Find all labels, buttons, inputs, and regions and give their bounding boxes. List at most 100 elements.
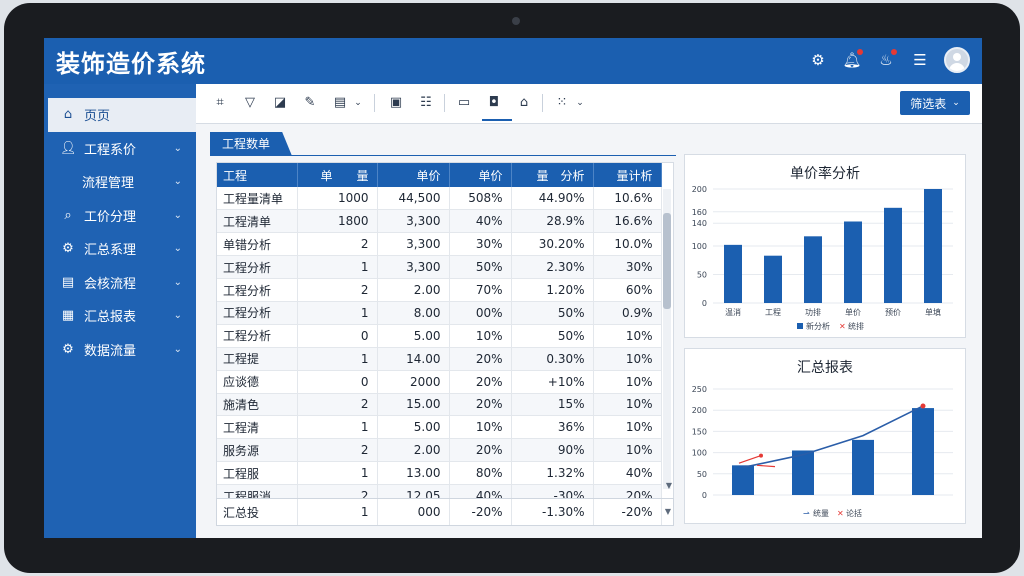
sidebar-item-label: 工价分理 <box>84 209 137 225</box>
table-cell: 13.00 <box>377 461 450 486</box>
y-tick-label: 250 <box>692 385 707 394</box>
table-row[interactable]: 应谈德 0 2000 20% +10% 10% <box>217 370 662 394</box>
notification-icon[interactable]: 🔔︎ <box>842 49 863 70</box>
table-cell: 2000 <box>377 370 450 394</box>
sidebar-item-3[interactable]: ⌕ 工价分理 ⌄ <box>44 199 196 233</box>
chart-panel-summary: 汇总报表 0 50 100 150 200 250 ⇀ 统量 ✕ 论括 <box>684 348 966 524</box>
scroll-down-icon[interactable]: ▼ <box>666 481 672 490</box>
series-line <box>756 464 776 468</box>
table-cell: 10% <box>593 393 662 417</box>
table-row[interactable]: 工程清 1 5.00 10% 36% 10% <box>217 415 662 440</box>
scroll-down-icon[interactable]: ▼ <box>665 507 671 516</box>
combo-chart: 0 50 100 150 200 250 ⇀ 统量 ✕ 论括 <box>692 385 953 518</box>
menu-icon[interactable]: ☰ <box>910 50 930 70</box>
table-row[interactable]: 工程分析 0 5.00 10% 50% 10% <box>217 324 662 348</box>
table-cell: 36% <box>511 415 594 440</box>
y-tick-label: 140 <box>692 219 707 228</box>
save-icon[interactable]: ◘ <box>484 93 504 113</box>
bar <box>844 221 862 303</box>
column-header[interactable]: 量计析 <box>593 163 662 187</box>
filter-button[interactable]: 筛选表 ⌄ <box>900 91 970 115</box>
column-header[interactable]: 量 分析 <box>511 163 594 187</box>
table-row[interactable]: 单错分析 2 3,300 30% 30.20% 10.0% <box>217 232 662 257</box>
sidebar-item-label: 工程系价 <box>84 142 137 158</box>
toolbar-divider <box>444 94 445 112</box>
table-row[interactable]: 工程分析 1 3,300 50% 2.30% 30% <box>217 255 662 280</box>
bar <box>912 408 934 495</box>
table-row[interactable]: 工程分析 1 8.00 00% 50% 0.9% <box>217 301 662 325</box>
legend-label: 论括 <box>846 508 862 518</box>
table-cell: 30% <box>593 255 662 280</box>
app-header: 装饰造价系统 ⚙ 🔔︎ ♨ ☰ <box>44 38 982 84</box>
x-tick-label: 工程 <box>765 308 781 317</box>
folder-icon[interactable]: ▭ <box>454 93 474 113</box>
chevron-down-icon: ⌄ <box>173 276 182 288</box>
table-row[interactable]: 工程提 1 14.00 20% 0.30% 10% <box>217 347 662 371</box>
total-cell: 000 <box>377 499 450 525</box>
bar <box>764 255 782 303</box>
table-row[interactable]: 工程量清单 1000 44,500 508% 44.90% 10.6% <box>217 187 662 211</box>
table-cell: 10% <box>449 324 512 348</box>
filter-button-label: 筛选表 <box>910 96 947 111</box>
sidebar-item-4[interactable]: ⚙ 汇总系理 ⌄ <box>44 232 196 266</box>
table-cell: 1800 <box>297 209 378 234</box>
legend-label: 统量 <box>813 508 829 518</box>
column-header[interactable]: 单价 <box>377 163 450 187</box>
export-icon[interactable]: ◪ <box>270 93 290 113</box>
active-tool-indicator <box>482 119 512 121</box>
x-tick-label: 功排 <box>805 307 821 317</box>
chevron-down-icon: ⌄ <box>173 343 182 355</box>
grid-icon[interactable]: ⁙ <box>552 93 572 113</box>
table-row[interactable]: 工程服 1 13.00 80% 1.32% 40% <box>217 461 662 486</box>
column-header[interactable]: 工程 <box>217 163 298 187</box>
table-cell: 2.00 <box>377 278 450 302</box>
scrollbar-thumb[interactable] <box>663 213 671 309</box>
chevron-down-icon[interactable]: ⌄ <box>570 93 590 113</box>
document-icon[interactable]: ▣ <box>386 93 406 113</box>
chevron-down-icon: ⌄ <box>173 142 182 154</box>
filter-icon[interactable]: ▽ <box>240 93 260 113</box>
report-icon: ▦ <box>61 308 75 324</box>
bar <box>852 439 874 495</box>
table-cell: 8.00 <box>377 301 450 325</box>
x-tick-label: 单价 <box>845 307 861 317</box>
home-icon[interactable]: ⌂ <box>514 93 534 113</box>
avatar[interactable] <box>944 47 970 73</box>
chart-panel-unit-price: 单价率分析 0 50 100 140 160 200 温消 工程 功排 单价 预价 单填 新分析 ✕ 统排 <box>684 154 966 338</box>
toolbar-divider <box>374 94 375 112</box>
y-tick-label: 200 <box>692 185 707 194</box>
settings-icon[interactable]: ⚙ <box>808 50 828 70</box>
tab-underline <box>210 155 676 156</box>
sidebar-item-5[interactable]: ▤ 会核流程 ⌄ <box>44 266 196 300</box>
table-cell: 5.00 <box>377 324 450 348</box>
table-cell: 10% <box>593 415 662 440</box>
table-cell: 508% <box>449 187 512 211</box>
tab-project-list[interactable]: 工程数单 <box>210 132 293 156</box>
edit-icon[interactable]: ✎ <box>300 93 320 113</box>
table-cell: 10% <box>593 438 662 463</box>
comment-icon[interactable]: ▤ <box>330 93 350 113</box>
table-cell: 1.32% <box>511 461 594 486</box>
alert-icon[interactable]: ♨ <box>876 49 897 70</box>
column-header[interactable]: 单价 <box>449 163 512 187</box>
sidebar-item-6[interactable]: ▦ 汇总报表 ⌄ <box>44 299 196 333</box>
table-row[interactable]: 工程分析 2 2.00 70% 1.20% 60% <box>217 278 662 302</box>
bar-chart: 0 50 100 140 160 200 温消 工程 功排 单价 预价 单填新分析 ✕ 统排 <box>692 185 953 331</box>
sidebar-item-2[interactable]: 流程管理 ⌄ <box>44 165 196 199</box>
table-cell: 80% <box>449 461 512 486</box>
crop-icon[interactable]: ⌗ <box>210 93 230 113</box>
table-cell: 28.9% <box>511 209 594 234</box>
sidebar-item-label: 数据流量 <box>84 343 137 359</box>
sidebar-item-0[interactable]: ⌂ 页页 <box>48 98 196 132</box>
table-row[interactable]: 服务源 2 2.00 20% 90% 10% <box>217 438 662 463</box>
column-header[interactable]: 单 量 <box>297 163 378 187</box>
chevron-down-icon[interactable]: ⌄ <box>348 93 368 113</box>
table-row[interactable]: 工程清单 1800 3,300 40% 28.9% 16.6% <box>217 209 662 234</box>
list-icon[interactable]: ☷ <box>416 93 436 113</box>
sidebar-item-7[interactable]: ⚙ 数据流量 ⌄ <box>44 333 196 367</box>
y-tick-label: 150 <box>692 427 707 436</box>
sidebar-item-1[interactable]: 👤︎ 工程系价 ⌄ <box>44 132 196 166</box>
table-cell: 2.00 <box>377 438 450 463</box>
total-cell: -1.30% <box>511 499 594 525</box>
table-row[interactable]: 施清色 2 15.00 20% 15% 10% <box>217 393 662 417</box>
